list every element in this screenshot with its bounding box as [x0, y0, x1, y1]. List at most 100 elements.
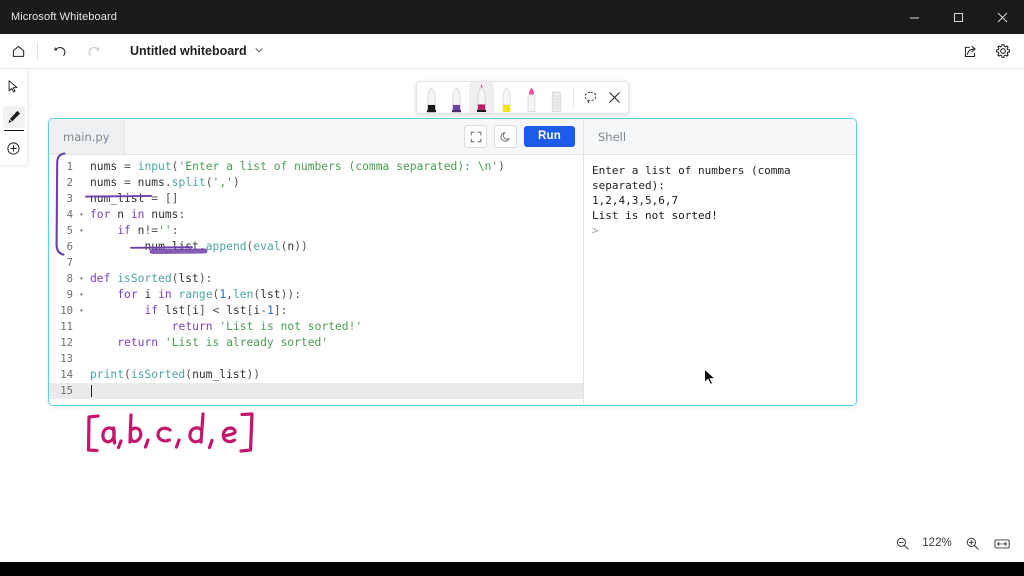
code-fold-toggle-icon[interactable]: ▾ [79, 223, 88, 239]
code-line[interactable]: 4 ▾ for n in nums: [49, 207, 583, 223]
minimize-button[interactable] [892, 0, 936, 34]
code-line[interactable]: 7 [49, 255, 583, 271]
close-button[interactable] [980, 0, 1024, 34]
undo-button[interactable] [45, 36, 75, 66]
code-horizontal-scrollbar[interactable] [49, 399, 583, 405]
code-line-number: 8 [66, 273, 73, 285]
close-icon [997, 12, 1007, 22]
code-line-text: if lst[i] < lst[i-1]: [144, 304, 288, 317]
code-line-number: 14 [60, 369, 73, 381]
home-icon [12, 45, 24, 57]
code-line-number: 1 [66, 161, 73, 173]
pen-tool[interactable] [2, 106, 25, 131]
close-pen-toolbar-button[interactable] [602, 82, 626, 113]
pen-purple-icon [451, 87, 462, 113]
code-line-text: nums = input('Enter a list of numbers (c… [90, 160, 505, 173]
document-title-button[interactable]: Untitled whiteboard [124, 39, 270, 63]
bottom-bar [0, 562, 1024, 576]
pen-pink-icon [527, 88, 536, 112]
lasso-select-button[interactable] [578, 82, 602, 113]
code-line-list: 1 nums = input('Enter a list of numbers (… [49, 155, 583, 399]
code-line[interactable]: 10 ▾ if lst[i] < lst[i-1]: [49, 303, 583, 319]
chevron-down-icon [254, 42, 264, 60]
code-line[interactable]: 15 [49, 383, 583, 399]
file-tab-main-py[interactable]: main.py [49, 119, 125, 154]
eraser[interactable] [544, 82, 569, 113]
command-bar: Untitled whiteboard [0, 34, 1024, 69]
share-icon [964, 45, 976, 57]
code-line[interactable]: 5 ▾ if n!='': [49, 223, 583, 239]
pen-black-icon [426, 87, 437, 113]
code-fold-toggle-icon[interactable]: ▾ [79, 287, 88, 303]
code-fold-toggle-icon[interactable]: ▾ [79, 271, 88, 287]
settings-button[interactable] [988, 36, 1018, 66]
home-button[interactable] [3, 36, 33, 66]
divider [37, 42, 38, 60]
zoom-controls: 122% [888, 528, 1016, 558]
minimize-icon [909, 17, 919, 18]
window-title: Microsoft Whiteboard [11, 11, 117, 23]
pen-black[interactable] [419, 82, 444, 113]
code-line-text: if n!='': [117, 224, 179, 237]
select-tool[interactable] [3, 75, 25, 97]
zoom-in-button[interactable] [958, 530, 986, 556]
pen-pink[interactable] [519, 82, 544, 113]
divider [573, 89, 574, 107]
shell-tab[interactable]: Shell [584, 130, 626, 144]
shell-output-text: Enter a list of numbers (comma separated… [592, 164, 791, 222]
fullscreen-button[interactable] [464, 125, 488, 148]
code-line[interactable]: 3 num_list = [] [49, 191, 583, 207]
fit-to-screen-button[interactable] [988, 530, 1016, 556]
editor-header-actions: Run [464, 119, 575, 154]
code-line-number: 2 [66, 177, 73, 189]
code-line[interactable]: 14 print(isSorted(num_list)) [49, 367, 583, 383]
code-line[interactable]: 12 return 'List is already sorted' [49, 335, 583, 351]
command-bar-right [952, 34, 1018, 68]
redo-button[interactable] [78, 36, 108, 66]
code-line[interactable]: 2 nums = nums.split(',') [49, 175, 583, 191]
replit-embed: main.py Run 1 nums = input('Enter a list… [48, 118, 857, 406]
code-line[interactable]: 6 num_list.append(eval(n)) [49, 239, 583, 255]
editor-pane: main.py Run 1 nums = input('Enter a list… [49, 119, 584, 405]
code-line-text: for i in range(1,len(lst)): [117, 288, 302, 301]
share-button[interactable] [955, 36, 985, 66]
code-fold-toggle-icon[interactable]: ▾ [79, 303, 88, 319]
code-line[interactable]: 8 ▾ def isSorted(lst): [49, 271, 583, 287]
eraser-icon [551, 91, 562, 112]
add-tool[interactable] [3, 137, 25, 159]
code-line-text: return 'List is not sorted!' [171, 320, 363, 333]
cursor-arrow-icon [8, 79, 18, 92]
theme-toggle-button[interactable] [494, 125, 518, 148]
run-button[interactable]: Run [524, 126, 575, 147]
window-controls [892, 0, 1024, 34]
tool-rail [0, 69, 28, 166]
pen-magenta[interactable] [469, 82, 494, 113]
pen-yellow[interactable] [494, 82, 519, 113]
zoom-out-button[interactable] [888, 530, 916, 556]
pen-purple[interactable] [444, 82, 469, 113]
close-icon [608, 92, 620, 103]
redo-icon [88, 46, 99, 56]
lasso-select-icon [584, 91, 596, 104]
code-line-number: 15 [60, 385, 73, 397]
whiteboard-app-window: Microsoft Whiteboard Untitled whiteboard… [0, 0, 1024, 576]
code-line[interactable]: 9 ▾ for i in range(1,len(lst)): [49, 287, 583, 303]
code-line[interactable]: 13 [49, 351, 583, 367]
code-line-text: num_list = [] [90, 192, 179, 205]
code-line[interactable]: 11 return 'List is not sorted!' [49, 319, 583, 335]
code-line-number: 12 [60, 337, 73, 349]
code-line-number: 13 [60, 353, 73, 365]
code-line-number: 10 [60, 305, 73, 317]
pen-icon [7, 110, 20, 123]
zoom-out-icon [896, 537, 909, 550]
code-line-number: 6 [66, 241, 73, 253]
code-editor[interactable]: 1 nums = input('Enter a list of numbers (… [49, 155, 583, 405]
maximize-button[interactable] [936, 0, 980, 34]
code-line-text: nums = nums.split(',') [90, 176, 240, 189]
code-fold-toggle-icon[interactable]: ▾ [79, 207, 88, 223]
shell-console[interactable]: Enter a list of numbers (comma separated… [584, 155, 856, 405]
pen-magenta-icon [476, 84, 487, 112]
gear-icon [996, 44, 1010, 58]
code-line-text: num_list.append(eval(n)) [144, 240, 308, 253]
code-line[interactable]: 1 nums = input('Enter a list of numbers (… [49, 159, 583, 175]
